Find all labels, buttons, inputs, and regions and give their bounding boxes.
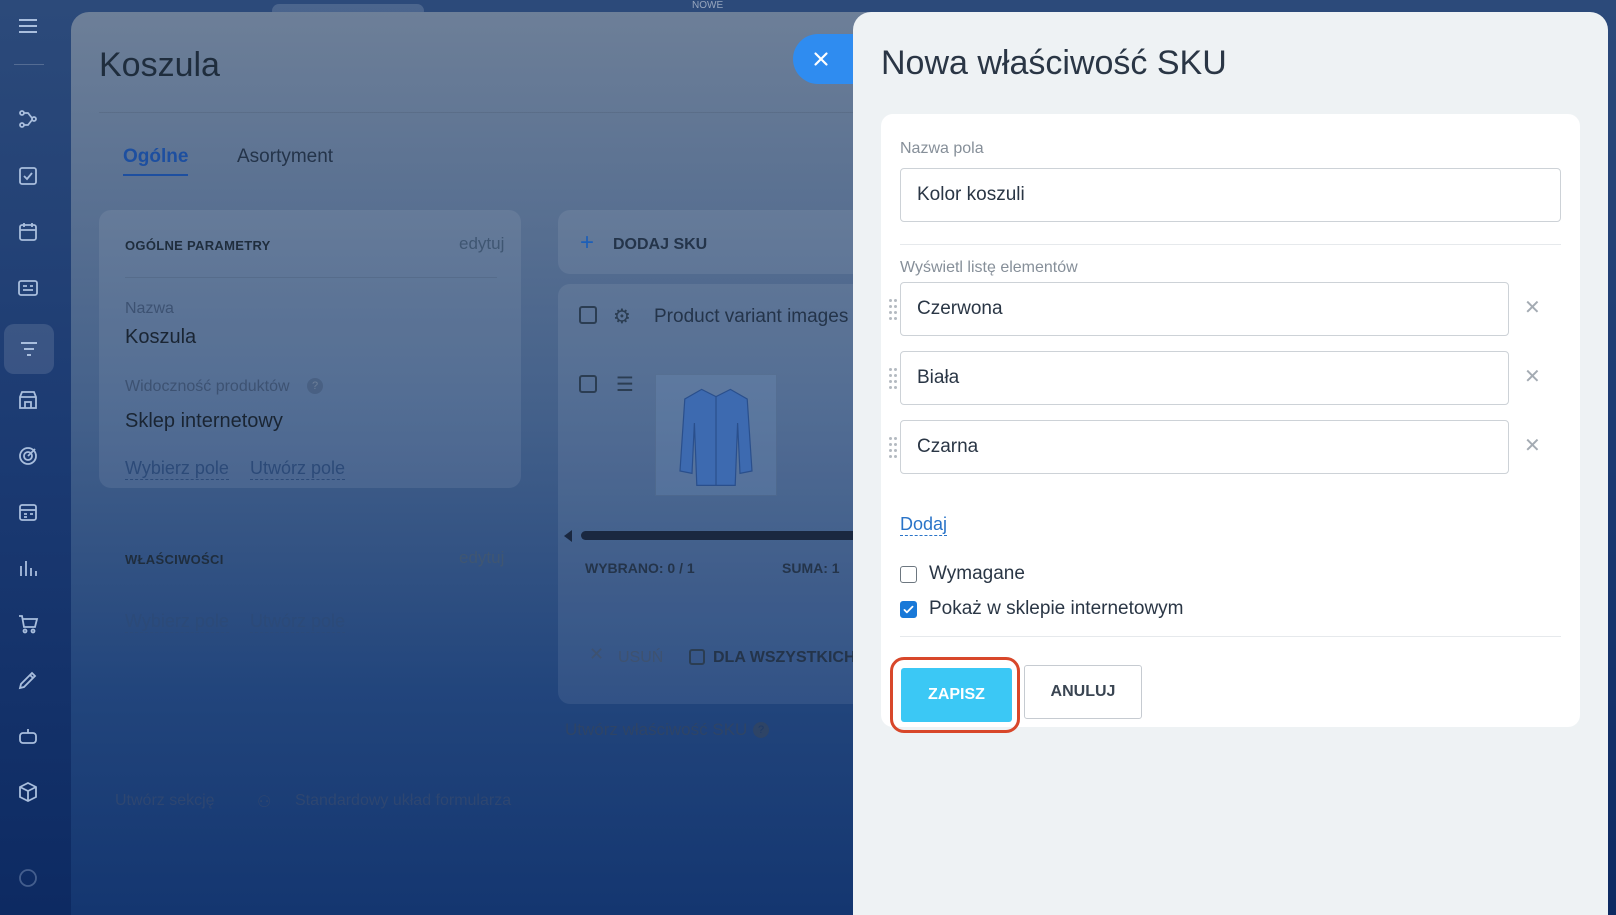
schedule-icon[interactable] <box>12 496 44 528</box>
selected-count: WYBRANO: 0 / 1 <box>585 560 695 576</box>
show-in-store-option[interactable]: Pokaż w sklepie internetowym <box>900 598 1184 620</box>
robot-icon[interactable] <box>12 720 44 752</box>
cart-icon[interactable] <box>12 608 44 640</box>
properties-edit-link[interactable]: edytuj <box>459 548 504 568</box>
save-button[interactable]: ZAPISZ <box>901 668 1012 722</box>
user-layout-icon: ⚇ <box>257 794 272 811</box>
analytics-icon[interactable] <box>12 552 44 584</box>
save-highlight: ZAPISZ <box>890 657 1020 733</box>
row-drag-handle-icon[interactable]: ☰ <box>616 372 634 397</box>
general-choose-field-link[interactable]: Wybierz pole <box>125 458 229 480</box>
check-icon <box>903 605 914 613</box>
sku-header-checkbox[interactable] <box>579 306 597 324</box>
crm-icon[interactable] <box>12 103 44 135</box>
tab-assortment[interactable]: Asortyment <box>237 146 333 168</box>
horizontal-scrollbar[interactable] <box>581 531 871 540</box>
add-item-link[interactable]: Dodaj <box>900 514 948 536</box>
required-option[interactable]: Wymagane <box>900 563 1025 585</box>
standard-layout-link[interactable]: Standardowy układ formularza <box>295 792 511 810</box>
store-icon[interactable] <box>12 384 44 416</box>
required-label: Wymagane <box>929 563 1025 584</box>
sku-row-checkbox[interactable] <box>579 375 597 393</box>
target-icon[interactable] <box>12 440 44 472</box>
general-params-heading: OGÓLNE PARAMETRY <box>125 238 271 253</box>
slider-title: Nowa właściwość SKU <box>881 44 1227 82</box>
properties-create-field-link[interactable]: Utwórz pole <box>250 611 346 633</box>
properties-choose-field-link[interactable]: Wybierz pole <box>125 611 229 633</box>
list-item-input[interactable]: Biała <box>900 351 1509 405</box>
list-item-input[interactable]: Czerwona <box>900 282 1509 336</box>
product-variant-images-header: Product variant images <box>654 306 849 327</box>
show-in-store-label: Pokaż w sklepie internetowym <box>929 598 1184 619</box>
drag-handle-icon[interactable] <box>889 299 899 320</box>
delete-button[interactable]: USUŃ <box>618 649 663 667</box>
scroll-left-arrow-icon[interactable] <box>564 530 572 542</box>
add-sku-plus-icon[interactable]: + <box>580 231 594 255</box>
cube-icon[interactable] <box>12 776 44 808</box>
general-edit-link[interactable]: edytuj <box>459 234 504 254</box>
sku-toolbar <box>558 210 871 274</box>
add-sku-button[interactable]: DODAJ SKU <box>613 236 707 254</box>
menu-icon[interactable] <box>12 10 44 42</box>
field-name-input[interactable]: Kolor koszuli <box>900 168 1561 222</box>
page-title: Koszula <box>99 46 220 84</box>
drag-handle-icon[interactable] <box>889 437 899 458</box>
delete-x-icon[interactable]: ✕ <box>589 644 604 665</box>
tab-general[interactable]: Ogólne <box>123 146 189 176</box>
name-value: Koszula <box>125 326 197 348</box>
create-sku-property-link[interactable]: Utwórz właściwość SKU <box>565 720 747 740</box>
field-name-label: Nazwa pola <box>900 140 984 157</box>
sku-property-form: Nazwa pola Kolor koszuli Wyświetl listę … <box>881 114 1580 733</box>
name-label: Nazwa <box>125 300 174 317</box>
title-divider <box>99 112 871 113</box>
for-all-label: DLA WSZYSTKICH <box>713 649 856 666</box>
product-card: Koszula Ogólne Asortyment OGÓLNE PARAMET… <box>71 12 871 915</box>
properties-heading: WŁAŚCIWOŚCI <box>125 552 224 567</box>
help-icon[interactable]: ? <box>307 378 323 394</box>
new-sku-property-slider: Nowa właściwość SKU Nazwa pola Kolor kos… <box>853 12 1608 915</box>
form-divider <box>900 244 1561 245</box>
close-slider-button[interactable] <box>793 34 857 84</box>
create-section-link[interactable]: Utwórz sekcję <box>115 792 215 810</box>
show-in-store-checkbox[interactable] <box>900 600 917 618</box>
top-label: NOWE <box>692 0 724 11</box>
general-divider <box>125 277 497 278</box>
pen-icon[interactable] <box>12 664 44 696</box>
rail-divider <box>14 64 44 65</box>
catalog-filter-icon[interactable] <box>4 324 54 374</box>
list-elements-label: Wyświetl listę elementów <box>900 259 1078 276</box>
tasks-icon[interactable] <box>12 160 44 192</box>
remove-item-icon[interactable]: ✕ <box>1524 433 1541 458</box>
left-rail <box>0 0 70 915</box>
remove-item-icon[interactable]: ✕ <box>1524 295 1541 320</box>
contacts-card-icon[interactable] <box>12 272 44 304</box>
sum-count: SUMA: 1 <box>782 560 840 576</box>
cancel-button[interactable]: ANULUJ <box>1024 665 1142 719</box>
general-create-field-link[interactable]: Utwórz pole <box>250 458 346 480</box>
sku-help-icon[interactable]: ? <box>753 722 769 738</box>
close-icon <box>814 52 828 66</box>
settings-gear-icon[interactable]: ⚙ <box>613 304 631 329</box>
shirt-image[interactable] <box>655 374 777 496</box>
actions-divider <box>900 636 1561 637</box>
visibility-label: Widoczność produktów <box>125 378 290 395</box>
required-checkbox[interactable] <box>900 565 917 583</box>
for-all-checkbox[interactable] <box>689 649 705 665</box>
remove-item-icon[interactable]: ✕ <box>1524 364 1541 389</box>
drag-handle-icon[interactable] <box>889 368 899 389</box>
calendar-icon[interactable] <box>12 216 44 248</box>
visibility-value: Sklep internetowy <box>125 410 283 432</box>
list-item-input[interactable]: Czarna <box>900 420 1509 474</box>
more-icon[interactable] <box>12 862 44 894</box>
